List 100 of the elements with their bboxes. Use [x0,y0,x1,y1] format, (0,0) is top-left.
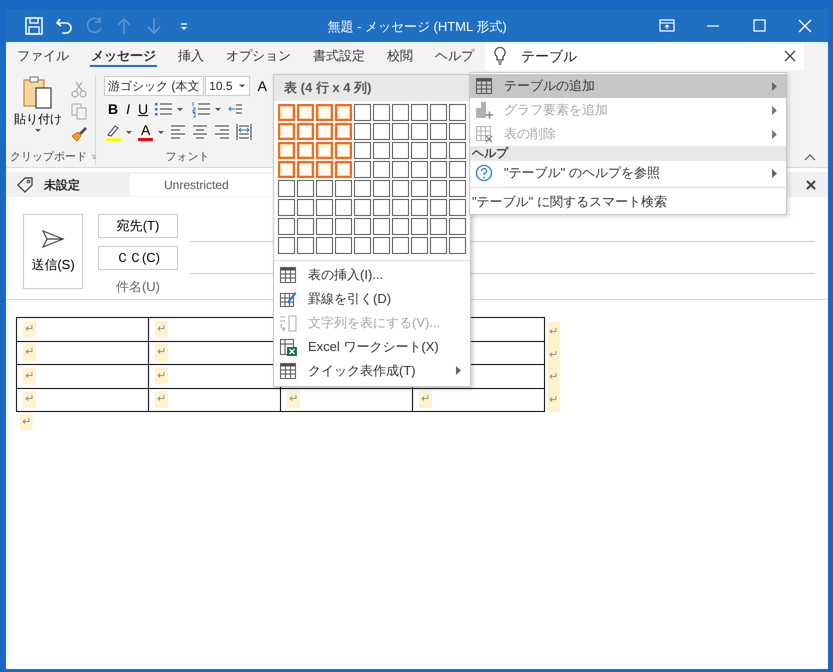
font-name-dropdown[interactable]: 游ゴシック (本文 [104,76,204,96]
grow-font-button[interactable]: A [254,77,271,95]
grid-cell[interactable] [392,142,409,158]
grid-cell[interactable] [449,142,466,158]
grid-cell[interactable] [411,198,428,216]
grid-cell[interactable] [392,180,409,196]
italic-button[interactable]: I [122,100,134,118]
send-button[interactable]: 送信(S) [23,214,83,289]
grid-cell[interactable] [297,160,314,178]
grid-cell[interactable] [411,142,428,158]
grid-cell[interactable] [278,198,295,216]
grid-cell[interactable] [335,142,352,158]
grid-cell[interactable] [392,122,409,140]
ribbon-tab[interactable]: 校閲 [376,42,424,70]
ribbon-tab[interactable]: メッセージ [80,42,167,70]
grid-cell[interactable] [335,180,352,196]
grid-cell[interactable] [392,160,409,178]
close-icon[interactable] [784,50,796,62]
grid-cell[interactable] [373,236,390,254]
ribbon-tab[interactable]: ヘルプ [424,42,485,70]
grid-cell[interactable] [278,236,295,254]
undo-icon[interactable] [54,16,74,36]
grid-cell[interactable] [354,104,371,120]
grid-cell[interactable] [449,198,466,216]
grid-cell[interactable] [430,142,447,158]
grid-cell[interactable] [430,104,447,120]
grid-cell[interactable] [335,218,352,234]
ribbon-tab[interactable]: 挿入 [167,42,215,70]
grid-cell[interactable] [430,122,447,140]
close-icon[interactable] [806,180,816,190]
grid-cell[interactable] [373,142,390,158]
grid-cell[interactable] [392,104,409,120]
grid-cell[interactable] [278,122,295,140]
grid-cell[interactable] [278,180,295,196]
grid-cell[interactable] [354,218,371,234]
collapse-ribbon-icon[interactable] [804,153,816,161]
grid-cell[interactable] [354,122,371,140]
menu-item[interactable]: 表の挿入(I)... [274,262,470,286]
format-painter-icon[interactable] [70,124,88,142]
grid-cell[interactable] [316,160,333,178]
grid-cell[interactable] [392,198,409,216]
bold-button[interactable]: B [104,100,122,118]
menu-item[interactable]: 罫線を引く(D) [274,286,470,310]
font-color-button[interactable]: A [138,123,154,141]
ribbon-tab[interactable]: ファイル [6,42,80,70]
grid-cell[interactable] [316,180,333,196]
grid-cell[interactable] [297,142,314,158]
grid-cell[interactable] [449,218,466,234]
font-size-dropdown[interactable]: 10.5 [205,76,250,96]
grid-cell[interactable] [316,122,333,140]
grid-cell[interactable] [354,160,371,178]
grid-cell[interactable] [316,218,333,234]
menu-item[interactable]: "テーブル" のヘルプを参照 [470,161,786,185]
ribbon-tab[interactable]: 書式設定 [302,42,376,70]
grid-cell[interactable] [278,160,295,178]
grid-cell[interactable] [354,236,371,254]
grid-cell[interactable] [411,104,428,120]
grid-cell[interactable] [430,236,447,254]
close-icon[interactable] [796,16,814,34]
grid-cell[interactable] [411,122,428,140]
grid-cell[interactable] [297,218,314,234]
menu-item[interactable]: テーブルの追加 [470,74,786,98]
grid-cell[interactable] [297,180,314,196]
grid-cell[interactable] [373,160,390,178]
grid-cell[interactable] [278,104,295,120]
grid-cell[interactable] [297,122,314,140]
grid-cell[interactable] [335,236,352,254]
menu-item[interactable]: "テーブル" に関するスマート検索 [470,190,786,214]
grid-cell[interactable] [354,180,371,196]
grid-cell[interactable] [316,104,333,120]
grid-cell[interactable] [297,104,314,120]
grid-cell[interactable] [373,180,390,196]
grid-cell[interactable] [297,236,314,254]
underline-button[interactable]: U [134,100,152,118]
grid-cell[interactable] [354,142,371,158]
menu-item[interactable]: クイック表作成(T) [274,358,470,382]
grid-cell[interactable] [411,180,428,196]
cc-button[interactable]: ＣＣ(C) [98,246,178,270]
distribute-icon[interactable] [235,122,254,142]
grid-cell[interactable] [449,236,466,254]
grid-cell[interactable] [430,198,447,216]
save-icon[interactable] [24,16,44,36]
grid-cell[interactable] [449,160,466,178]
menu-item[interactable]: Excel ワークシート(X) [274,334,470,358]
grid-cell[interactable] [335,160,352,178]
grid-cell[interactable] [449,122,466,140]
grid-cell[interactable] [430,160,447,178]
grid-cell[interactable] [297,198,314,216]
grid-cell[interactable] [316,198,333,216]
grid-cell[interactable] [411,236,428,254]
grid-cell[interactable] [373,198,390,216]
ribbon-tab[interactable]: オプション [215,42,302,70]
grid-cell[interactable] [449,104,466,120]
grid-cell[interactable] [316,236,333,254]
paste-button[interactable]: 貼り付け [10,76,66,142]
ribbon-display-icon[interactable] [658,16,676,34]
grid-cell[interactable] [278,218,295,234]
grid-cell[interactable] [449,180,466,196]
grid-cell[interactable] [373,122,390,140]
grid-cell[interactable] [278,142,295,158]
